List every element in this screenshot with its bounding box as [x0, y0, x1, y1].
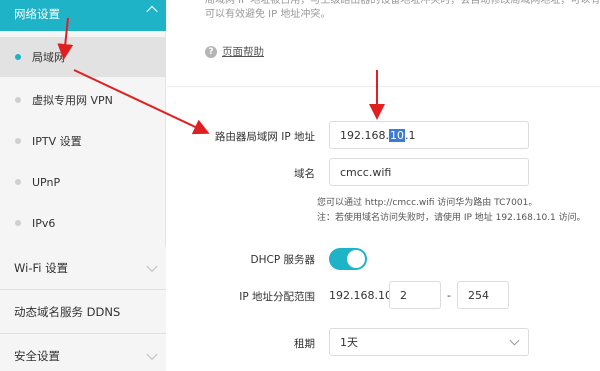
- sidebar-section-label: 网络设置: [14, 7, 60, 21]
- lan-ip-selected-text: 10: [388, 128, 405, 142]
- sidebar-item-label: 局域网: [32, 51, 65, 64]
- ip-range-start: 2: [400, 288, 407, 302]
- chevron-down-icon: [509, 335, 520, 346]
- sidebar: 网络设置 局域网 虚拟专用网 VPN IPTV 设置 UPnP IPv6 Wi-…: [0, 0, 166, 371]
- sidebar-item-label: IPv6: [32, 216, 56, 230]
- domain-input[interactable]: cmcc.wifi: [329, 158, 529, 186]
- main-panel: 局域网 IP 地址被占用，与上级路由器的设备地址冲突时，会自动修改局域网地址，可…: [167, 0, 600, 371]
- description-text: 局域网 IP 地址被占用，与上级路由器的设备地址冲突时，会自动修改局域网地址，可…: [205, 0, 600, 22]
- sidebar-item-ipv6[interactable]: IPv6: [0, 203, 166, 243]
- sidebar-section-label: 安全设置: [14, 348, 60, 363]
- description-line-1: 局域网 IP 地址被占用，与上级路由器的设备地址冲突时，会自动修改局域网地址，可…: [205, 0, 600, 6]
- sidebar-section-ddns[interactable]: 动态域名服务 DDNS: [0, 290, 166, 334]
- sidebar-item-label: IPTV 设置: [32, 135, 82, 148]
- chevron-down-icon: [146, 260, 158, 272]
- sidebar-section-security[interactable]: 安全设置: [0, 334, 166, 371]
- help-link-label: 页面帮助: [222, 46, 264, 58]
- domain-label: 域名: [294, 168, 315, 180]
- domain-note: 注：若使用域名访问失败时，请使用 IP 地址 192.168.10.1 访问。: [317, 213, 586, 223]
- lan-ip-prefix: 192.168.: [340, 128, 389, 142]
- sidebar-item-vpn[interactable]: 虚拟专用网 VPN: [0, 80, 166, 120]
- domain-hint: 您可以通过 http://cmcc.wifi 访问华为路由 TC7001。: [317, 198, 538, 208]
- bullet-icon: [15, 54, 21, 60]
- question-icon: ?: [205, 45, 217, 58]
- bullet-icon: [15, 138, 21, 144]
- dhcp-label: DHCP 服务器: [250, 254, 315, 266]
- ip-range-separator: -: [447, 289, 451, 302]
- sidebar-section-wifi[interactable]: Wi-Fi 设置: [0, 246, 166, 290]
- ip-range-label: IP 地址分配范围: [239, 291, 315, 303]
- bullet-icon: [15, 220, 21, 226]
- bullet-icon: [15, 97, 21, 103]
- help-link[interactable]: ? 页面帮助: [205, 44, 264, 59]
- chevron-down-icon: [146, 348, 158, 360]
- sidebar-section-label: 动态域名服务 DDNS: [14, 304, 121, 319]
- ip-range-start-input[interactable]: 2: [389, 281, 441, 309]
- lease-label: 租期: [294, 338, 315, 350]
- sidebar-section-label: Wi-Fi 设置: [14, 260, 69, 275]
- chevron-up-icon: [146, 5, 158, 18]
- lease-value: 1天: [340, 336, 358, 349]
- ip-range-end-input[interactable]: 254: [457, 281, 509, 309]
- lan-ip-label: 路由器局域网 IP 地址: [214, 131, 315, 143]
- ip-range-prefix: 192.168.10.: [329, 289, 396, 302]
- sidebar-item-label: UPnP: [32, 175, 61, 189]
- sidebar-section-network[interactable]: 网络设置: [0, 0, 166, 31]
- sidebar-item-iptv[interactable]: IPTV 设置: [0, 121, 166, 161]
- bullet-icon: [15, 179, 21, 185]
- toggle-knob: [347, 250, 365, 268]
- lan-ip-input[interactable]: 192.168. 10.1: [329, 121, 529, 149]
- sidebar-item-label: 虚拟专用网 VPN: [32, 94, 113, 107]
- lease-select[interactable]: 1天: [329, 328, 529, 356]
- domain-value: cmcc.wifi: [340, 165, 392, 179]
- sidebar-item-upnp[interactable]: UPnP: [0, 162, 166, 202]
- description-line-2: 可以有效避免 IP 地址冲突。: [205, 9, 331, 20]
- divider: [167, 86, 600, 87]
- ip-range-end: 254: [468, 288, 489, 302]
- dhcp-toggle[interactable]: [329, 248, 367, 270]
- lan-ip-suffix: .1: [404, 128, 416, 142]
- sidebar-item-lan[interactable]: 局域网: [0, 37, 166, 77]
